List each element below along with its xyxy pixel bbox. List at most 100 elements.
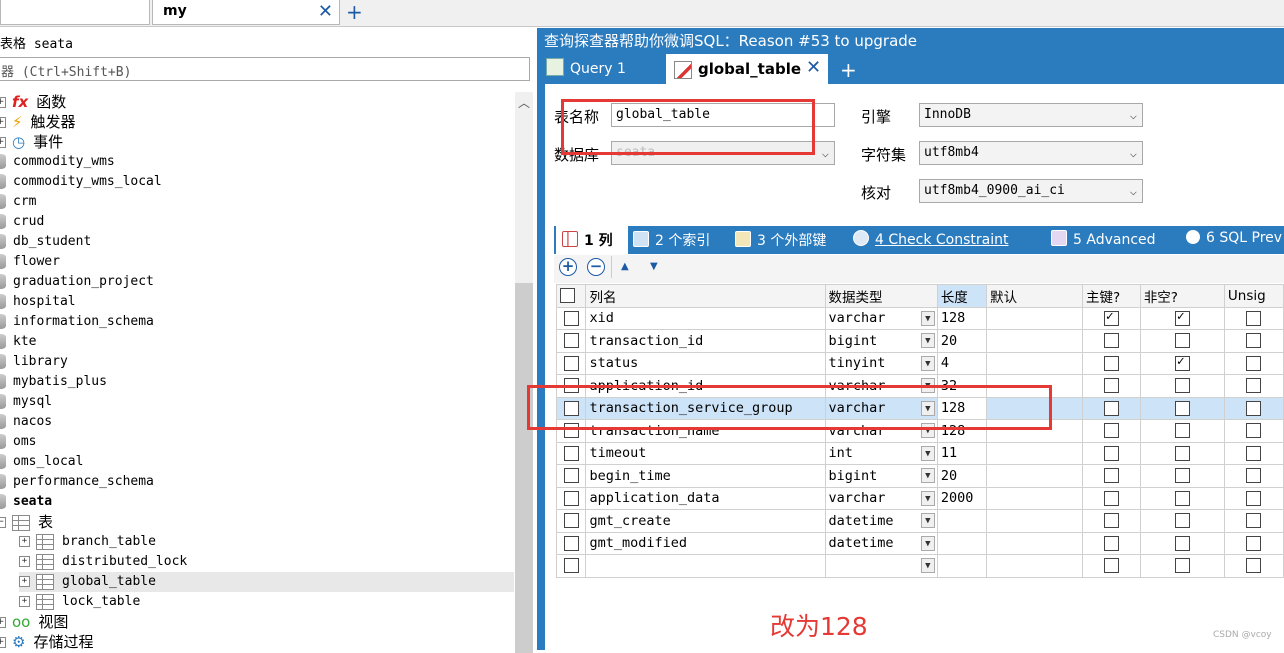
column-name-cell[interactable]: transaction_id xyxy=(585,329,826,353)
tree-item-db[interactable]: crm xyxy=(0,192,514,212)
data-type-cell[interactable]: varchar ▼ xyxy=(824,486,938,510)
upgrade-banner[interactable]: 查询探查器帮助你微调SQL：Reason #53 to upgrade xyxy=(544,30,917,51)
row-select-checkbox[interactable] xyxy=(555,329,587,353)
engine-select[interactable]: InnoDB ⌵ xyxy=(919,103,1143,127)
column-name-cell[interactable]: timeout xyxy=(585,441,826,465)
tree-item-db[interactable]: db_student xyxy=(0,232,514,252)
col-header-pk[interactable]: 主键? xyxy=(1081,284,1141,308)
data-type-cell[interactable]: bigint ▼ xyxy=(824,464,938,488)
expand-icon[interactable]: + xyxy=(0,97,6,108)
notnull-checkbox[interactable] xyxy=(1139,351,1225,375)
default-cell[interactable] xyxy=(986,554,1083,578)
tree-item-db[interactable]: crud xyxy=(0,212,514,232)
tab-my[interactable]: my ✕ xyxy=(152,0,340,25)
tree-item-db[interactable]: mybatis_plus xyxy=(0,372,514,392)
notnull-checkbox[interactable] xyxy=(1139,441,1225,465)
unsigned-checkbox[interactable] xyxy=(1223,306,1284,330)
collation-select[interactable]: utf8mb4_0900_ai_ci ⌵ xyxy=(919,179,1143,203)
pk-checkbox[interactable] xyxy=(1081,374,1141,398)
column-name-cell[interactable] xyxy=(585,554,826,578)
tree-item-db[interactable]: performance_schema xyxy=(0,472,514,492)
unsigned-checkbox[interactable] xyxy=(1223,486,1284,510)
tree-item-db[interactable]: seata xyxy=(0,492,514,512)
chevron-down-icon[interactable]: ▼ xyxy=(920,468,935,483)
data-type-cell[interactable]: ▼ xyxy=(824,554,938,578)
unsigned-checkbox[interactable] xyxy=(1223,396,1284,420)
col-header-default[interactable]: 默认 xyxy=(986,284,1083,308)
chevron-down-icon[interactable]: ▼ xyxy=(920,490,935,506)
remove-column-icon[interactable]: − xyxy=(587,258,605,276)
expand-icon[interactable]: + xyxy=(19,556,30,567)
unsigned-checkbox[interactable] xyxy=(1223,509,1284,533)
column-row[interactable]: xid varchar ▼ 128 xyxy=(555,306,1284,330)
tab-advanced[interactable]: 5 Advanced xyxy=(1051,230,1156,248)
tree-scroll-thumb[interactable] xyxy=(515,283,533,653)
pk-checkbox[interactable] xyxy=(1081,419,1141,443)
chevron-down-icon[interactable]: ▼ xyxy=(920,558,935,573)
length-cell[interactable] xyxy=(936,509,988,533)
tree-item-db[interactable]: mysql xyxy=(0,392,514,412)
tree-item-folder[interactable]: − 表 xyxy=(0,512,514,532)
data-type-cell[interactable]: datetime ▼ xyxy=(824,531,938,555)
tree-item-db[interactable]: kte xyxy=(0,332,514,352)
length-cell[interactable] xyxy=(936,531,988,555)
pk-checkbox[interactable] xyxy=(1081,531,1141,555)
column-name-cell[interactable]: xid xyxy=(585,306,826,330)
tree-item-db[interactable]: hospital xyxy=(0,292,514,312)
tree-item-db[interactable]: commodity_wms xyxy=(0,152,514,172)
notnull-checkbox[interactable] xyxy=(1139,554,1225,578)
notnull-checkbox[interactable] xyxy=(1139,306,1225,330)
tree-item-db[interactable]: library xyxy=(0,352,514,372)
column-name-cell[interactable]: status xyxy=(585,351,826,375)
column-row[interactable]: gmt_create datetime ▼ xyxy=(555,509,1284,533)
tree-item-db[interactable]: information_schema xyxy=(0,312,514,332)
row-select-checkbox[interactable] xyxy=(555,351,587,375)
tree-item-table[interactable]: + branch_table xyxy=(19,532,514,552)
tree-item-folder[interactable]: + ◷ 事件 xyxy=(0,132,514,152)
pk-checkbox[interactable] xyxy=(1081,486,1141,510)
column-row[interactable]: timeout int ▼ 11 xyxy=(555,441,1284,465)
col-header-unsigned[interactable]: Unsig xyxy=(1223,284,1284,308)
tab-global-table[interactable]: global_table ✕ xyxy=(666,54,828,84)
pk-checkbox[interactable] xyxy=(1081,351,1141,375)
pk-checkbox[interactable] xyxy=(1081,509,1141,533)
row-select-checkbox[interactable] xyxy=(555,486,587,510)
column-row[interactable]: application_data varchar ▼ 2000 xyxy=(555,486,1284,510)
col-header-type[interactable]: 数据类型 xyxy=(824,284,938,308)
tree-item-table[interactable]: + global_table xyxy=(19,572,514,592)
tree-item-db[interactable]: commodity_wms_local xyxy=(0,172,514,192)
close-icon[interactable]: ✕ xyxy=(806,57,821,78)
col-header-length[interactable]: 长度 xyxy=(936,284,988,308)
tab-indexes[interactable]: 2 个索引 xyxy=(633,230,710,250)
tree-item-folder[interactable]: + ⚙ 存储过程 xyxy=(0,632,514,652)
tree-item-db[interactable]: graduation_project xyxy=(0,272,514,292)
length-cell[interactable]: 20 xyxy=(936,464,988,488)
length-cell[interactable]: 20 xyxy=(936,329,988,353)
expand-icon[interactable]: + xyxy=(19,536,30,547)
tree-item-table[interactable]: + lock_table xyxy=(19,592,514,612)
row-select-checkbox[interactable] xyxy=(555,554,587,578)
column-name-cell[interactable]: application_data xyxy=(585,486,826,510)
close-icon[interactable]: ✕ xyxy=(318,1,333,22)
row-select-checkbox[interactable] xyxy=(555,531,587,555)
move-down-icon[interactable]: ▼ xyxy=(650,261,658,272)
notnull-checkbox[interactable] xyxy=(1139,374,1225,398)
unsigned-checkbox[interactable] xyxy=(1223,351,1284,375)
notnull-checkbox[interactable] xyxy=(1139,509,1225,533)
chevron-down-icon[interactable]: ▼ xyxy=(920,355,935,371)
notnull-checkbox[interactable] xyxy=(1139,486,1225,510)
expand-icon[interactable]: + xyxy=(0,637,6,648)
unsigned-checkbox[interactable] xyxy=(1223,374,1284,398)
notnull-checkbox[interactable] xyxy=(1139,419,1225,443)
tree-item-folder[interactable]: + oo 视图 xyxy=(0,612,514,632)
default-cell[interactable] xyxy=(986,531,1083,555)
unsigned-checkbox[interactable] xyxy=(1223,441,1284,465)
column-name-cell[interactable]: begin_time xyxy=(585,464,826,488)
column-row[interactable]: status tinyint ▼ 4 xyxy=(555,351,1284,375)
tree-item-db[interactable]: nacos xyxy=(0,412,514,432)
pk-checkbox[interactable] xyxy=(1081,396,1141,420)
tab-sql-preview[interactable]: 6 SQL Prev xyxy=(1186,230,1282,246)
select-all-checkbox[interactable] xyxy=(555,284,587,308)
chevron-down-icon[interactable]: ▼ xyxy=(920,513,935,528)
data-type-cell[interactable]: varchar ▼ xyxy=(824,306,938,330)
